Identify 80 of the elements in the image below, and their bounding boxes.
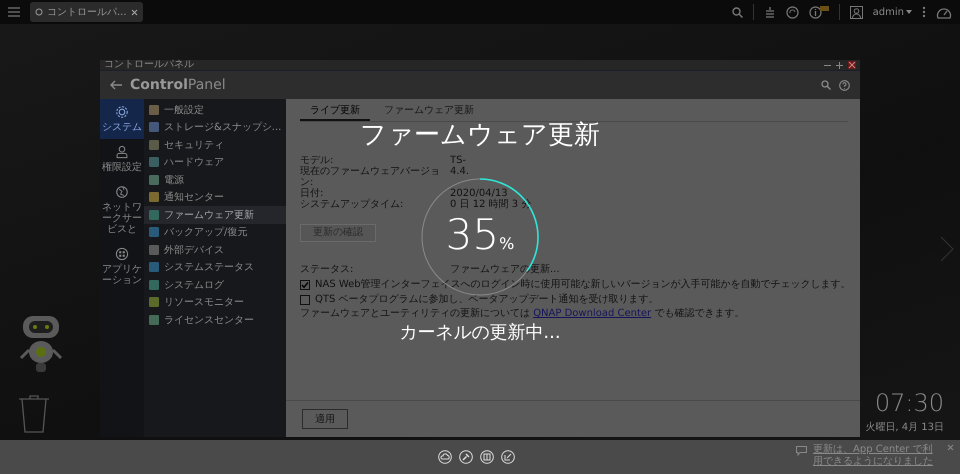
chat-icon — [796, 446, 807, 456]
grid-icon — [115, 247, 129, 261]
caret-icon[interactable] — [906, 10, 912, 14]
trash-icon[interactable] — [18, 395, 50, 433]
square-icon — [149, 210, 159, 220]
menu-item[interactable]: ファームウェア更新 — [144, 206, 286, 224]
nav-item[interactable]: アプリケーション — [100, 241, 144, 292]
square-icon — [149, 227, 159, 238]
stack-icon[interactable] — [764, 6, 776, 18]
menu-item[interactable]: セキュリティ — [144, 136, 286, 154]
apply-button[interactable]: 適用 — [302, 409, 348, 429]
menu-item[interactable]: ストレージ&スナップシ... — [144, 118, 286, 136]
clock-time: 07:30 — [874, 389, 944, 417]
progress-message: カーネルの更新中... — [399, 322, 561, 344]
tab[interactable]: ライブ更新 — [300, 103, 370, 121]
help-icon[interactable] — [839, 80, 850, 90]
checkbox[interactable] — [300, 294, 310, 304]
square-icon — [149, 192, 159, 202]
close-icon[interactable] — [130, 8, 138, 16]
square-icon — [149, 122, 159, 132]
sync-icon[interactable] — [786, 6, 799, 18]
square-icon — [149, 297, 159, 308]
percent-unit: % — [499, 234, 514, 253]
user-icon[interactable] — [850, 6, 863, 18]
info-value: 2020/04/13 — [450, 188, 508, 199]
taskbar-tab[interactable]: コントロールパ... — [30, 2, 143, 22]
gauge-icon[interactable] — [936, 6, 952, 18]
square-icon — [149, 104, 159, 115]
update-note: ファームウェアとユーティリティの更新については QNAP Download Center でも確認できます。 — [300, 307, 746, 320]
square-icon — [149, 174, 159, 185]
nav-item[interactable]: 権限設定 — [100, 139, 144, 179]
window-title: コントロールパネル — [104, 60, 194, 70]
square-icon — [149, 314, 159, 325]
menu-item[interactable]: システムログ — [144, 276, 286, 294]
menu-item[interactable]: 電源 — [144, 171, 286, 188]
menu-item[interactable]: 外部デバイス — [144, 241, 286, 258]
info-label: 現在のファームウェアバージョン: — [300, 166, 441, 188]
gear-icon — [35, 8, 43, 16]
close-icon[interactable] — [848, 61, 856, 69]
menu-item[interactable]: 一般設定 — [144, 101, 286, 118]
gear-icon — [115, 105, 129, 119]
checkbox[interactable] — [300, 280, 310, 290]
info-value: 4.4. — [450, 166, 470, 179]
square-icon — [149, 140, 159, 150]
info-value: TS- — [450, 155, 466, 166]
square-icon — [149, 244, 159, 255]
nav-item[interactable]: ネットワークサービスと — [100, 179, 144, 241]
menu-item[interactable]: 通知センター — [144, 188, 286, 206]
back-arrow-icon[interactable] — [110, 80, 122, 90]
square-icon — [149, 262, 159, 272]
info-label: システムアップタイム: — [300, 199, 404, 210]
maximize-icon[interactable] — [836, 62, 843, 68]
progress-title: ファームウェア更新 — [360, 120, 600, 150]
user-icon — [115, 145, 129, 159]
book-icon[interactable] — [480, 450, 494, 464]
menu-item[interactable]: ハードウェア — [144, 154, 286, 171]
checkbox-label: QTS ベータプログラムに参加し、ベータアップデート通知を受け取ります。 — [315, 294, 659, 305]
menu-item[interactable]: バックアップ/復元 — [144, 224, 286, 241]
info-label: モデル: — [300, 155, 334, 166]
more-icon[interactable] — [922, 6, 926, 18]
globe-icon — [115, 185, 129, 199]
edit-icon[interactable] — [501, 450, 515, 464]
app-title: ControlPanel — [130, 77, 226, 93]
cloud-icon[interactable] — [438, 450, 452, 464]
square-icon — [149, 280, 159, 290]
menu-item[interactable]: ライセンスセンター — [144, 311, 286, 328]
clock-date: 火曜日, 4月 13日 — [865, 420, 944, 434]
wrench-icon[interactable] — [459, 450, 473, 464]
menu-icon[interactable] — [8, 7, 20, 17]
user-menu[interactable]: admin — [872, 6, 904, 18]
progress-percent: 35 — [446, 212, 500, 258]
info-label: ステータス: — [300, 264, 354, 275]
menu-item[interactable]: リソースモニター — [144, 294, 286, 311]
nav-item[interactable]: システム — [100, 99, 144, 139]
info-icon[interactable] — [808, 6, 829, 18]
square-icon — [149, 157, 159, 168]
search-icon[interactable] — [821, 80, 831, 90]
menu-item[interactable]: システムステータス — [144, 258, 286, 276]
search-icon[interactable] — [732, 6, 743, 18]
info-label: 日付: — [300, 188, 324, 199]
